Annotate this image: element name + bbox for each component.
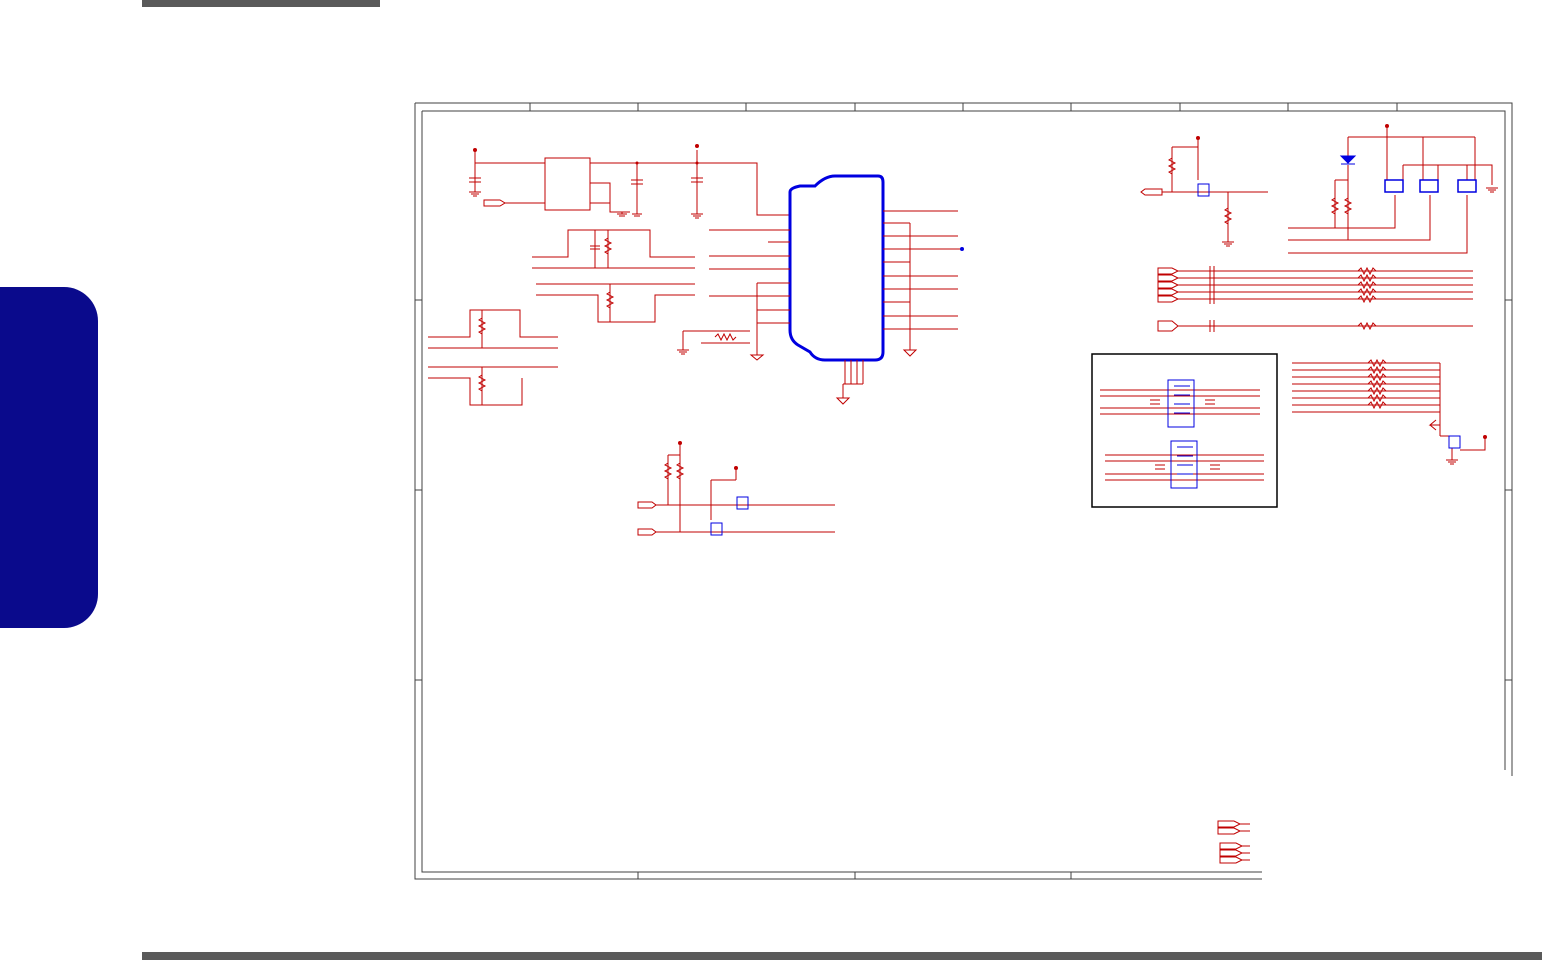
sheet-frame	[414, 102, 1513, 880]
level-shifter-block	[637, 445, 835, 536]
main-connector-ic	[788, 174, 885, 362]
diode-icon	[1339, 155, 1357, 165]
connector-right-pins	[883, 210, 962, 357]
fet-switch-block	[1140, 140, 1268, 247]
schematic-sheet	[414, 102, 1513, 880]
resistor-array-icon	[1292, 362, 1486, 465]
diff-pair-block-a	[532, 229, 695, 323]
regulator-block	[469, 150, 790, 216]
left-termination-block	[428, 309, 558, 406]
net-node	[960, 247, 964, 251]
mosfet-icon	[710, 496, 749, 536]
resistor-icon	[603, 237, 615, 309]
power-node	[473, 144, 699, 165]
connector-bottom-pins	[835, 360, 864, 405]
mosfet-icon	[1384, 179, 1477, 193]
mosfet-icon	[1448, 435, 1461, 449]
power-switch-block	[1288, 127, 1498, 254]
bus-lines	[1157, 266, 1473, 332]
port-flag-icon	[1217, 820, 1250, 864]
port-flag-icon	[483, 199, 506, 207]
esd-protection-frame	[1091, 353, 1278, 508]
mosfet-icon	[1197, 183, 1210, 197]
regulator-ic	[544, 157, 591, 211]
